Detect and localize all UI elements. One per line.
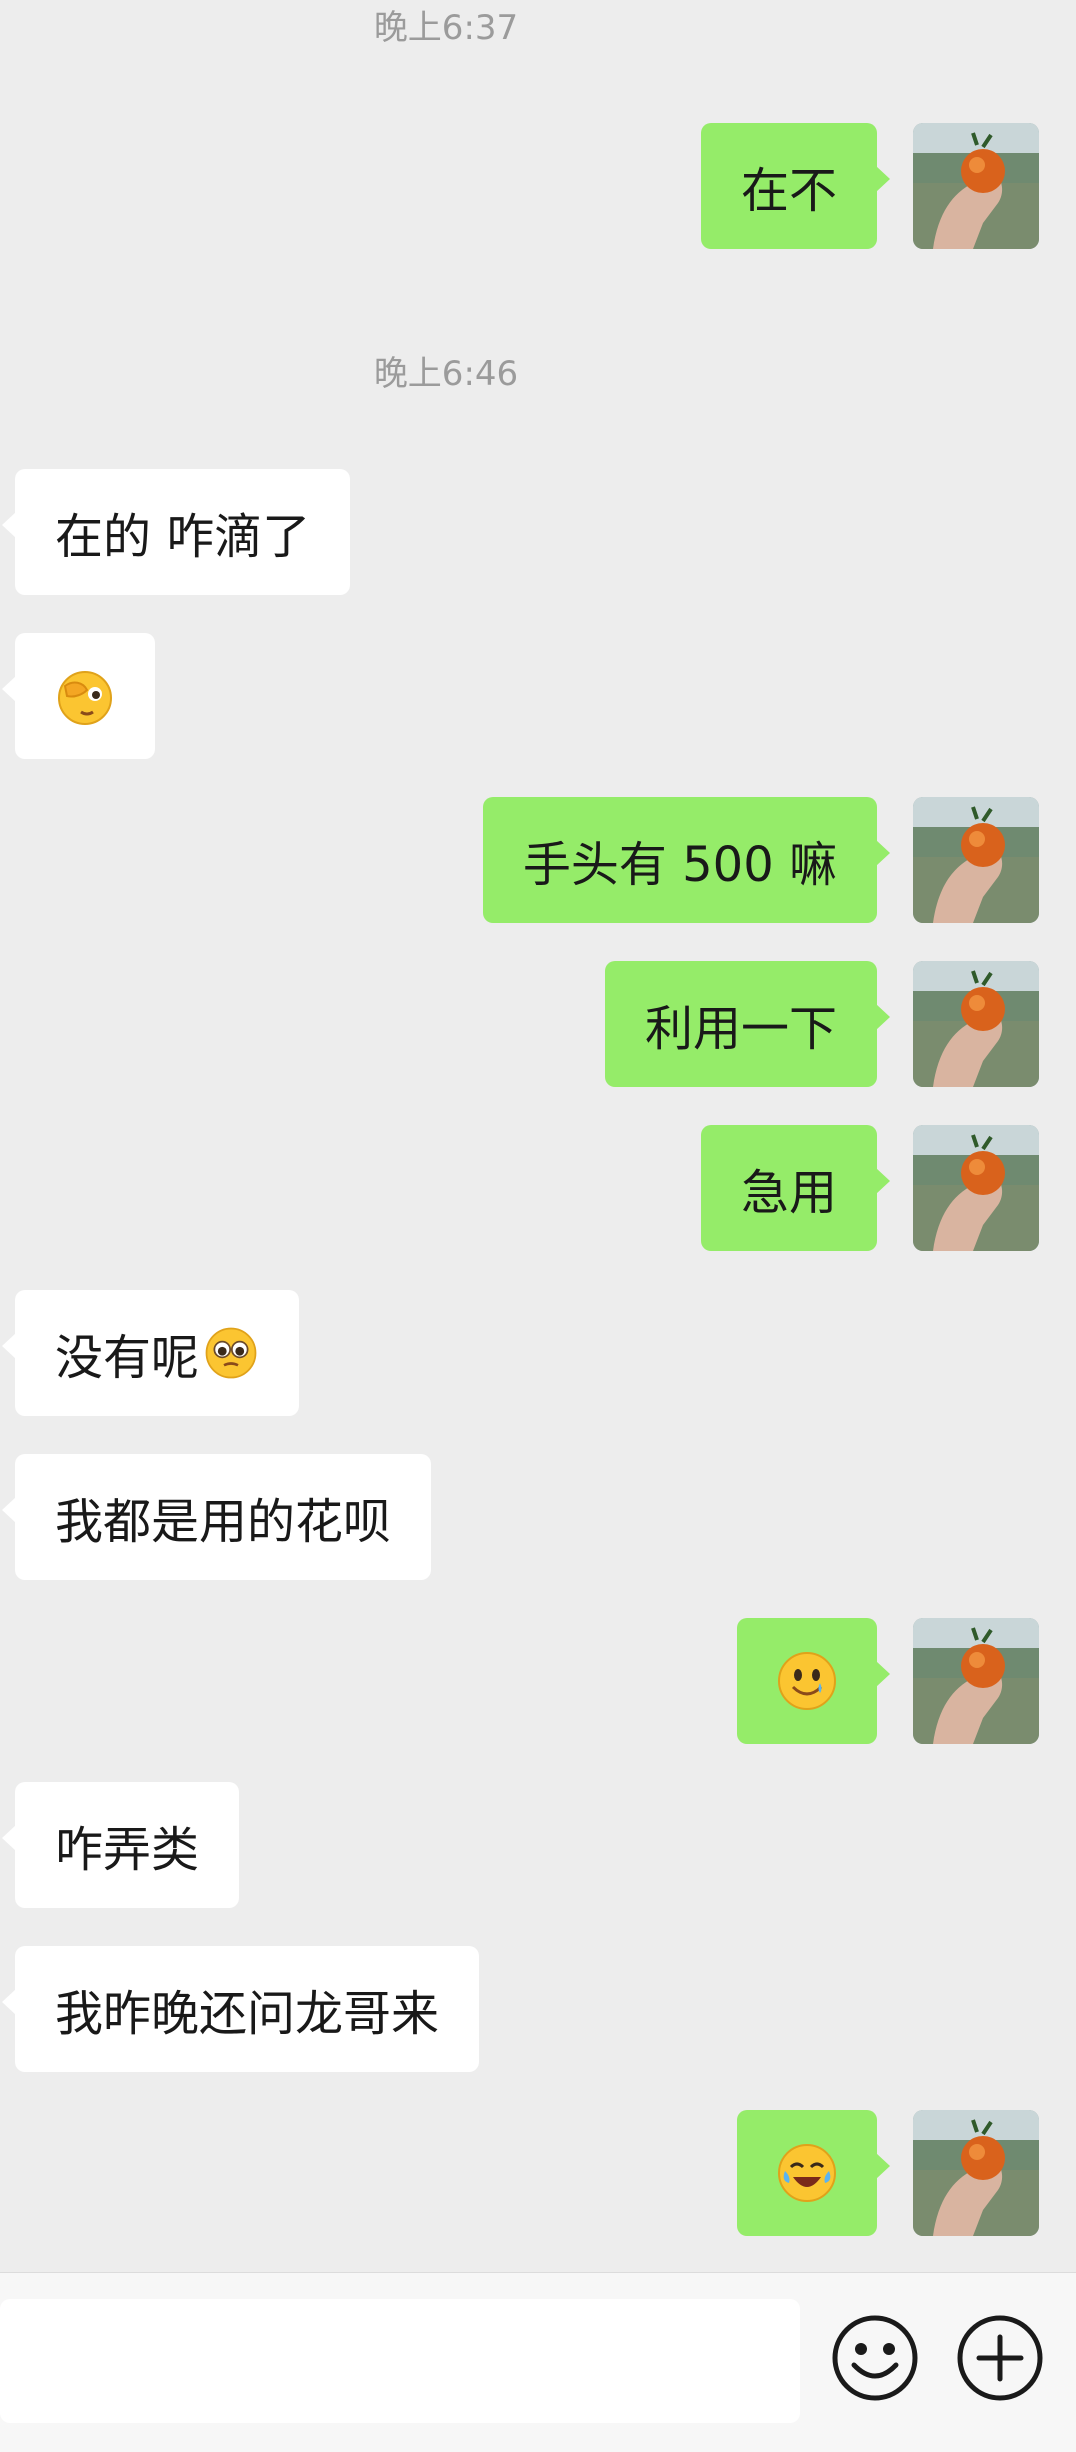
message-row: 咋弄类 — [0, 1782, 1076, 1908]
outgoing-message-bubble[interactable]: 利用一下 — [604, 961, 891, 1087]
message-row: 急用 — [0, 1125, 1076, 1251]
outgoing-message-bubble[interactable]: 在不 — [700, 123, 891, 249]
input-bar — [0, 2272, 1076, 2452]
message-row — [0, 2110, 1076, 2236]
message-text: 急用 — [740, 1165, 837, 1221]
facepalm-emoji — [58, 671, 112, 725]
crying-laughing-emoji — [778, 2144, 836, 2202]
message-text: 咋弄类 — [55, 1822, 200, 1878]
plus-circle-icon[interactable] — [955, 2313, 1045, 2403]
outgoing-message-bubble[interactable] — [737, 2110, 890, 2236]
avatar[interactable] — [913, 1125, 1039, 1251]
incoming-message-bubble[interactable] — [2, 633, 155, 759]
incoming-message-bubble[interactable]: 没有呢 — [1, 1290, 300, 1416]
message-row: 我都是用的花呗 — [0, 1454, 1076, 1580]
avatar[interactable] — [913, 123, 1039, 249]
outgoing-message-bubble[interactable]: 急用 — [700, 1125, 891, 1251]
smile-tear-emoji — [778, 1652, 836, 1710]
timestamp: 晚上6:37 — [373, 8, 519, 48]
avatar[interactable] — [913, 961, 1039, 1087]
timestamp: 晚上6:46 — [373, 354, 519, 394]
message-row: 没有呢 — [0, 1290, 1076, 1416]
message-row — [0, 633, 1076, 759]
incoming-message-bubble[interactable]: 我昨晚还问龙哥来 — [1, 1946, 480, 2072]
incoming-message-bubble[interactable]: 咋弄类 — [1, 1782, 240, 1908]
avatar[interactable] — [913, 797, 1039, 923]
message-row: 手头有 500 嘛 — [0, 797, 1076, 923]
message-text: 我都是用的花呗 — [55, 1494, 392, 1550]
chat-message-list[interactable]: 晚上6:37 在不 晚上6:46 在的 咋滴了 手头有 500 嘛 利用一下 急… — [0, 0, 1076, 2272]
message-row: 在的 咋滴了 — [0, 469, 1076, 595]
message-row — [0, 1618, 1076, 1744]
avatar[interactable] — [913, 2110, 1039, 2236]
message-text: 手头有 500 嘛 — [522, 837, 837, 893]
message-row: 在不 — [0, 123, 1076, 249]
smiley-face-icon[interactable] — [830, 2313, 920, 2403]
pleading-emoji — [205, 1327, 257, 1379]
message-row: 利用一下 — [0, 961, 1076, 1087]
outgoing-message-bubble[interactable] — [737, 1618, 890, 1744]
incoming-message-bubble[interactable]: 在的 咋滴了 — [1, 469, 351, 595]
message-text: 没有呢 — [55, 1330, 200, 1386]
incoming-message-bubble[interactable]: 我都是用的花呗 — [1, 1454, 432, 1580]
message-text: 在不 — [740, 163, 837, 219]
message-text: 利用一下 — [644, 1001, 837, 1057]
message-input[interactable] — [0, 2299, 800, 2423]
avatar[interactable] — [913, 1618, 1039, 1744]
outgoing-message-bubble[interactable]: 手头有 500 嘛 — [482, 797, 891, 923]
message-text: 在的 咋滴了 — [55, 509, 311, 565]
message-row: 我昨晚还问龙哥来 — [0, 1946, 1076, 2072]
message-text: 我昨晚还问龙哥来 — [55, 1986, 440, 2042]
